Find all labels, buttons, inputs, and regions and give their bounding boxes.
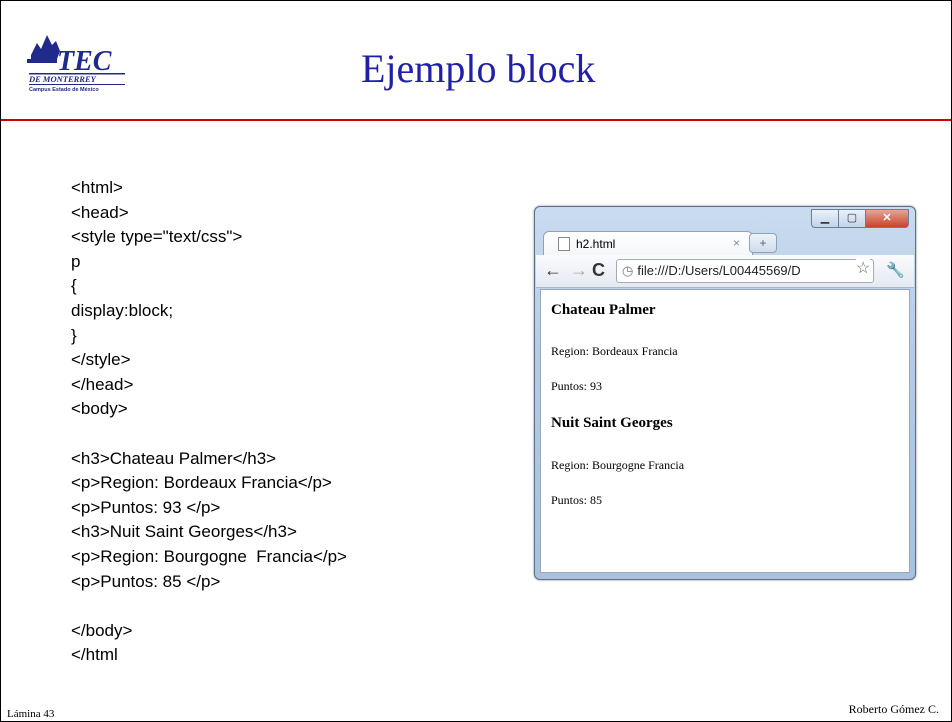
code-listing: <html> <head> <style type="text/css"> p { dis… (71, 176, 347, 668)
browser-tab[interactable]: h2.html × (543, 231, 753, 256)
paragraph-region-2: Region: Bourgogne Francia (551, 458, 685, 472)
page-icon (558, 237, 570, 251)
wrench-icon[interactable]: 🔧 (886, 261, 905, 279)
code-line: <head> (71, 202, 129, 222)
slide-title: Ejemplo block (361, 46, 596, 91)
heading-chateau-palmer: Chateau Palmer (551, 302, 656, 318)
tab-label: h2.html (576, 237, 616, 251)
heading-nuit-saint-georges: Nuit Saint Georges (551, 415, 673, 431)
window-controls: ▁ ▢ ✕ (811, 209, 909, 228)
code-line: </body> (71, 620, 133, 640)
svg-text:Campus Estado de México: Campus Estado de México (29, 87, 99, 93)
tec-logo: TEC DE MONTERREY Campus Estado de México (27, 35, 125, 93)
new-tab-icon[interactable]: + (749, 233, 777, 253)
code-line: <p>Region: Bourgogne Francia</p> (71, 546, 347, 566)
slide: TEC DE MONTERREY Campus Estado de México… (0, 0, 952, 722)
code-line: <p>Puntos: 85 </p> (71, 571, 221, 591)
forward-arrow-icon[interactable]: → (570, 260, 588, 280)
minimize-icon[interactable]: ▁ (811, 209, 839, 228)
code-line: { (71, 276, 77, 296)
address-url: file:///D:/Users/L00445569/D (637, 263, 801, 278)
code-line: </html (71, 645, 118, 665)
address-bar[interactable]: ◷ file:///D:/Users/L00445569/D (616, 259, 874, 283)
paragraph-puntos-2: Puntos: 85 (551, 493, 603, 507)
code-line: <p>Region: Bordeaux Francia</p> (71, 473, 332, 493)
code-line: <body> (71, 399, 128, 419)
maximize-icon[interactable]: ▢ (838, 209, 866, 228)
browser-toolbar: ← → C ◷ file:///D:/Users/L00445569/D ☆ 🔧 (536, 255, 914, 288)
page-viewport: Chateau Palmer Region: Bordeaux Francia … (540, 289, 910, 573)
close-icon[interactable]: ✕ (865, 209, 909, 228)
globe-icon: ◷ (622, 263, 634, 278)
back-arrow-icon[interactable]: ← (544, 260, 562, 280)
tab-close-icon[interactable]: × (733, 236, 740, 250)
code-line: </style> (71, 350, 131, 370)
paragraph-region-1: Region: Bordeaux Francia (551, 344, 678, 358)
code-line: <style type="text/css"> (71, 227, 243, 247)
svg-text:DE MONTERREY: DE MONTERREY (28, 74, 97, 84)
code-line: </head> (71, 374, 134, 394)
svg-text:TEC: TEC (57, 46, 112, 77)
code-line: display:block; (71, 300, 174, 320)
code-line: <h3>Chateau Palmer</h3> (71, 448, 277, 468)
title-divider (1, 119, 951, 121)
author-name: Roberto Gómez C. (848, 702, 939, 716)
code-line: <html> (71, 178, 123, 197)
slide-number: Lámina 43 (7, 708, 55, 720)
code-line: p (71, 251, 81, 271)
browser-window: ▁ ▢ ✕ h2.html × + ← → C ◷ file:///D:/User… (534, 206, 916, 580)
reload-icon[interactable]: C (592, 260, 605, 280)
code-line: <h3>Nuit Saint Georges</h3> (71, 522, 297, 542)
star-icon[interactable]: ☆ (856, 258, 871, 278)
code-line: } (71, 325, 77, 345)
paragraph-puntos-1: Puntos: 93 (551, 379, 603, 393)
code-line: <p>Puntos: 93 </p> (71, 497, 221, 517)
